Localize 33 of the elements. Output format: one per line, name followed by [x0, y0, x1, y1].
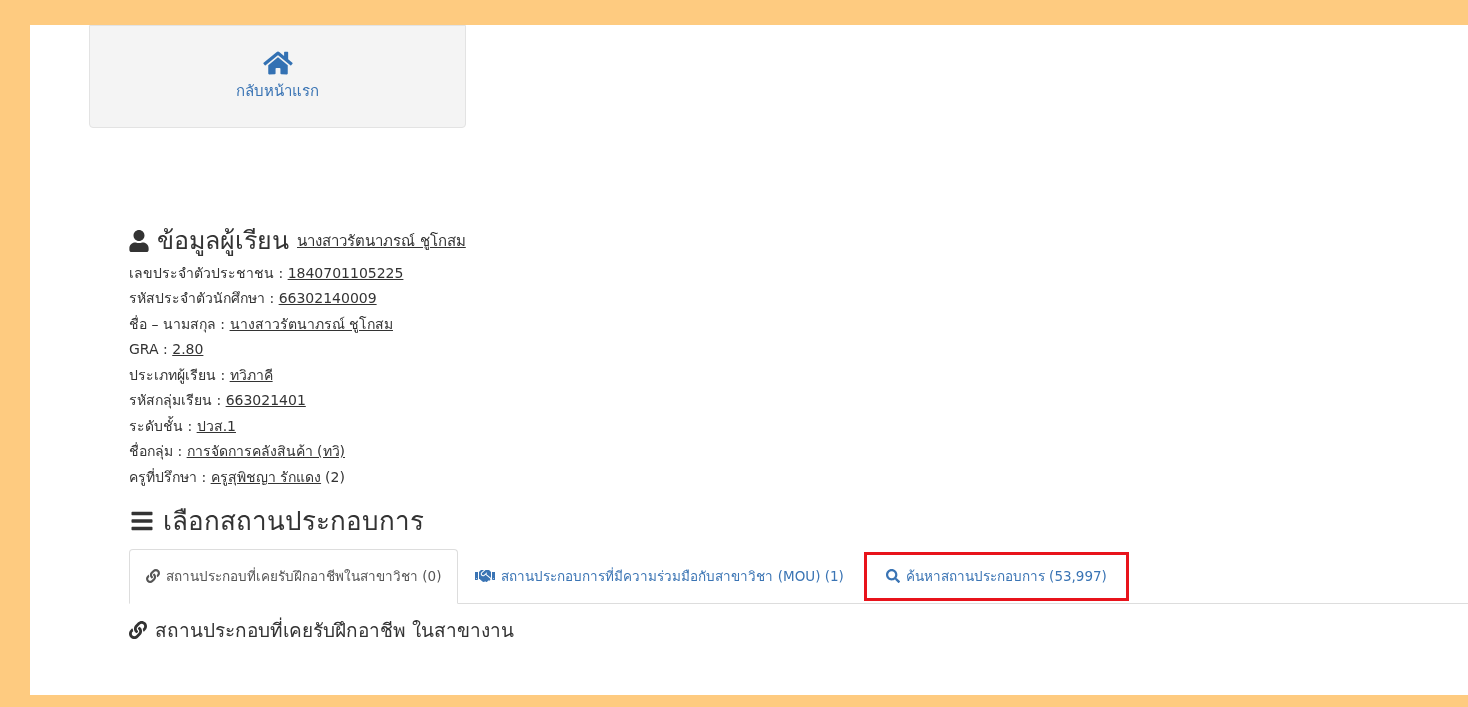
field-label: เลขประจำตัวประชาชน : — [129, 263, 285, 283]
home-button[interactable]: กลับหน้าแรก — [89, 25, 466, 128]
user-icon — [129, 230, 149, 253]
tab[interactable]: สถานประกอบการที่มีความร่วมมือกับสาขาวิชา (MOU) (1) — [458, 548, 861, 604]
student-name-link[interactable]: นางสาวรัตนาภรณ์ ชูโกสม — [297, 229, 466, 253]
count-text: (2) — [325, 467, 345, 487]
field-value-link[interactable]: 2.80 — [172, 339, 204, 360]
link-icon — [129, 621, 147, 639]
field-value-link[interactable]: ทวิภาคี — [229, 364, 273, 386]
field-value-link[interactable]: 663021401 — [225, 390, 306, 411]
field-value-link[interactable]: 66302140009 — [278, 288, 377, 309]
field-label: ระดับชั้น : — [129, 415, 194, 436]
section-title: ข้อมูลผู้เรียน — [157, 225, 289, 257]
link-icon — [146, 569, 160, 584]
field-label: รหัสกลุ่มเรียน : — [129, 391, 223, 411]
search-icon — [885, 569, 900, 584]
field-label: GRA : — [129, 340, 169, 359]
field-value-link[interactable]: ปวส.1 — [196, 415, 236, 437]
field-label: ชื่อกลุ่ม : — [129, 441, 184, 462]
handshake-icon — [475, 568, 496, 585]
tab[interactable]: ค้นหาสถานประกอบการ (53,997) — [860, 548, 1132, 604]
tab[interactable]: สถานประกอบที่เคยรับฝึกอาชีพในสาขาวิชา (0) — [129, 548, 459, 604]
field-label: รหัสประจำตัวนักศึกษา : — [129, 289, 276, 308]
field-value-link[interactable]: การจัดการคลังสินค้า (ทวิ) — [186, 441, 345, 462]
field-label: ครูที่ปรึกษา : — [129, 467, 208, 488]
section-title: เลือกสถานประกอบการ — [163, 504, 424, 538]
home-icon — [262, 50, 293, 77]
field-label: ประเภทผู้เรียน : — [129, 365, 227, 386]
field-value-link[interactable]: นางสาวรัตนาภรณ์ ชูโกสม — [229, 313, 393, 335]
field-value-link[interactable]: ครูสุพิชญา รักแดง — [210, 466, 322, 488]
panel-title: สถานประกอบที่เคยรับฝึกอาชีพ ในสาขางาน — [155, 616, 515, 643]
field-label: ชื่อ – นามสกุล : — [129, 314, 227, 335]
field-value-link[interactable]: 1840701105225 — [287, 262, 404, 284]
